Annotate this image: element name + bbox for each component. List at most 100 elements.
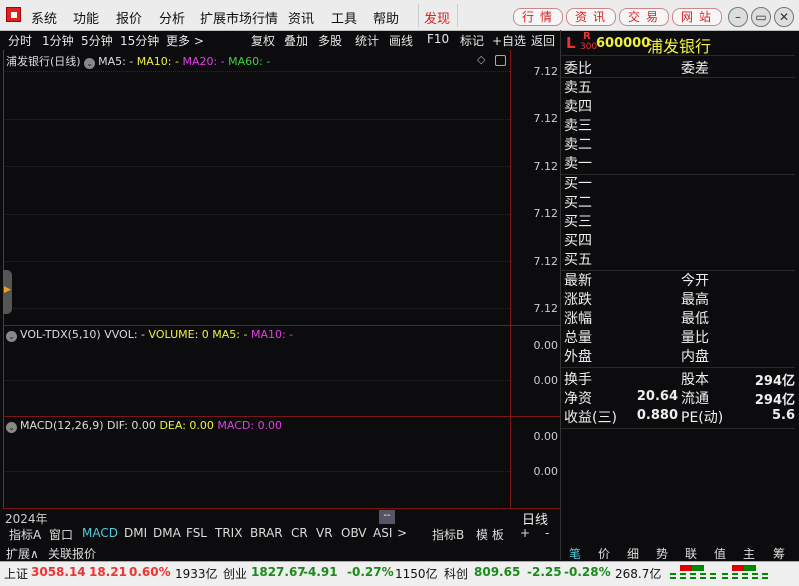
mark-button[interactable]: 标记 [460,32,484,49]
maximize-button[interactable]: ▭ [751,7,771,27]
vol-ma5-label: MA5: - [212,328,248,341]
menu-function[interactable]: 功能 [73,8,99,27]
sell-3: 卖三 [564,118,592,134]
chevron-down-icon[interactable]: ⌄ [6,422,17,433]
indicator-a-tab[interactable]: 指标A [9,526,41,543]
f10-button[interactable]: F10 [427,32,449,46]
sh-index-price: 3058.14 [31,565,86,579]
divider [561,367,795,368]
add-watchlist-button[interactable]: +自选 [492,32,526,49]
menu-system[interactable]: 系统 [31,8,57,27]
sell-levels: 卖五 卖四 卖三 卖二 卖一 [564,79,592,174]
indicator-dmi[interactable]: DMI [124,526,147,540]
volume-label: 总量 [564,330,592,346]
extend-button[interactable]: 扩展∧ [6,545,39,562]
net-assets-value: 20.64 [636,389,678,404]
tab-1min[interactable]: 1分钟 [42,32,74,49]
indicator-vr[interactable]: VR [316,526,333,540]
menu-analysis[interactable]: 分析 [159,8,185,27]
stock-name: 浦发银行 [647,37,712,56]
high-label: 最高 [681,292,709,308]
year-label: 2024年 [5,512,48,526]
market-breadth-indicator [668,563,718,581]
macd-tick: 0.00 [533,430,559,443]
more-indicators-button[interactable]: > [397,526,407,540]
ma20-label: MA20: - [182,55,225,68]
latest-label: 最新 [564,273,592,289]
menu-quote[interactable]: 报价 [116,8,142,27]
grid-line [5,261,510,262]
dea-label: DEA: 0.00 [159,419,214,432]
vol-tick: 0.00 [533,339,559,352]
indicator-b-tab[interactable]: 指标B [432,526,464,543]
minimize-button[interactable]: – [728,7,748,27]
menu-ext-market[interactable]: 扩展市场行情 [200,8,278,27]
overlay-button[interactable]: 叠加 [284,32,308,49]
grid-line [5,166,510,167]
ma5-label: MA5: - [98,55,134,68]
market-button[interactable]: 行情 [513,8,563,26]
grid-line [5,380,510,381]
tab-more[interactable]: 更多 > [166,32,204,49]
divider [561,77,795,78]
back-button[interactable]: 返回 [531,32,555,49]
sell-5: 卖五 [564,80,592,96]
indicator-macd[interactable]: MACD [82,526,118,540]
diamond-icon[interactable]: ◇ [477,53,485,66]
share-capital-label: 股本 [681,372,709,388]
indicator-asi[interactable]: ASI [373,526,392,540]
close-button[interactable]: ✕ [774,7,794,27]
menu-tools[interactable]: 工具 [331,8,357,27]
adjust-button[interactable]: 复权 [251,32,275,49]
sh-index-name[interactable]: 上证 [4,565,28,582]
indicator-dma[interactable]: DMA [153,526,181,540]
buy-5: 买五 [564,252,592,268]
tab-15min[interactable]: 15分钟 [120,32,159,49]
volume-label: VOLUME: 0 [148,328,209,341]
cy-index-name[interactable]: 创业 [223,565,247,582]
menu-help[interactable]: 帮助 [373,8,399,27]
indicator-obv[interactable]: OBV [341,526,367,540]
cy-index-change: -4.91 [303,565,338,579]
menu-discover[interactable]: 发现 [424,8,450,27]
sh-index-change: 18.21 [89,565,127,579]
weicha-label: 委差 [681,61,709,77]
change-pct-label: 涨幅 [564,311,592,327]
cy-index-price: 1827.67 [251,565,306,579]
panel-toggle-icon[interactable] [495,55,506,66]
price-tick: 7.12 [533,160,559,173]
panel-divider [3,508,560,509]
zoom-out-button[interactable]: - [545,526,549,540]
macd-legend: ⌄ MACD(12,26,9) DIF: 0.00 DEA: 0.00 MACD:… [6,419,282,433]
divider [561,428,795,429]
indicator-fsl[interactable]: FSL [186,526,207,540]
vol-legend: ⌄ VOL-TDX(5,10) VVOL: - VOLUME: 0 MA5: - … [6,328,293,342]
multi-stock-button[interactable]: 多股 [318,32,342,49]
quote-left-labels: 最新 涨跌 涨幅 总量 外盘 [564,272,592,367]
indicator-trix[interactable]: TRIX [215,526,242,540]
side-expand-handle[interactable]: ▶ [3,270,12,314]
template-tab[interactable]: 模 板 [476,526,504,543]
indicator-brar[interactable]: BRAR [250,526,283,540]
cy-index-pct: -0.27% [347,565,394,579]
net-assets-label: 净资 [564,391,592,407]
stats-button[interactable]: 统计 [355,32,379,49]
buy-3: 买三 [564,214,592,230]
draw-button[interactable]: 画线 [389,32,413,49]
chevron-down-icon[interactable]: ⌄ [84,58,96,69]
chevron-down-icon[interactable]: ⌄ [6,331,17,342]
news-button[interactable]: 资讯 [566,8,616,26]
trade-button[interactable]: 交易 [619,8,669,26]
tab-intraday[interactable]: 分时 [8,32,32,49]
outer-label: 外盘 [564,349,592,365]
indicator-cr[interactable]: CR [291,526,308,540]
tab-5min[interactable]: 5分钟 [81,32,113,49]
related-quote-tab[interactable]: 关联报价 [48,545,96,562]
window-tab[interactable]: 窗口 [49,526,73,543]
kc-index-name[interactable]: 科创 [444,565,468,582]
website-button[interactable]: 网站 [672,8,722,26]
sell-1: 卖一 [564,156,592,172]
menu-news[interactable]: 资讯 [288,8,314,27]
zoom-in-button[interactable]: + [520,526,530,540]
ma60-label: MA60: - [228,55,271,68]
